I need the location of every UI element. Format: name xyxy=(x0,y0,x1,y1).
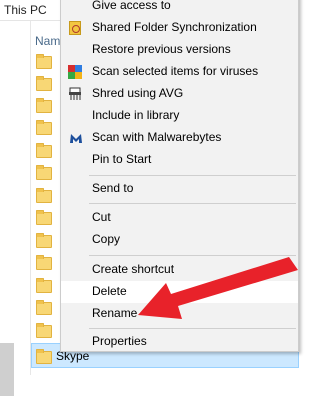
folder-icon xyxy=(36,349,52,364)
menu-item-label: Send to xyxy=(92,181,134,195)
folder-icon[interactable] xyxy=(36,210,52,225)
folder-icon[interactable] xyxy=(36,143,52,158)
menu-item-label: Restore previous versions xyxy=(92,42,231,56)
folder-icon[interactable] xyxy=(36,255,52,270)
menu-item-label: Shared Folder Synchronization xyxy=(92,20,257,34)
menu-item-scan-viruses[interactable]: Scan selected items for viruses xyxy=(61,61,298,83)
folder-icon[interactable] xyxy=(36,278,52,293)
menu-item-label: Scan with Malwarebytes xyxy=(92,130,222,144)
shred-icon xyxy=(68,87,82,101)
folder-icon[interactable] xyxy=(36,300,52,315)
folder-icon[interactable] xyxy=(36,76,52,91)
folder-icon[interactable] xyxy=(36,165,52,180)
menu-item-send-to[interactable]: Send to xyxy=(61,178,298,200)
menu-item-label: Include in library xyxy=(92,108,180,122)
menu-item-give-access[interactable]: Give access to xyxy=(61,0,298,17)
menu-item-label: Shred using AVG xyxy=(92,86,184,100)
folder-icon[interactable] xyxy=(36,233,52,248)
menu-item-restore-previous-versions[interactable]: Restore previous versions xyxy=(61,39,298,61)
menu-item-cut[interactable]: Cut xyxy=(61,207,298,229)
shared-folder-sync-icon xyxy=(69,21,81,35)
menu-item-label: Delete xyxy=(92,284,127,298)
context-menu: Give access to Shared Folder Synchroniza… xyxy=(60,0,299,352)
menu-separator xyxy=(89,175,296,176)
menu-item-pin-to-start[interactable]: Pin to Start xyxy=(61,149,298,171)
column-header-name[interactable]: Nam xyxy=(35,34,60,48)
menu-item-create-shortcut[interactable]: Create shortcut xyxy=(61,259,298,281)
avg-scan-icon xyxy=(68,65,82,79)
menu-item-label: Create shortcut xyxy=(92,262,175,276)
navigation-pane[interactable] xyxy=(0,21,31,396)
menu-item-include-in-library[interactable]: Include in library xyxy=(61,105,298,127)
menu-separator xyxy=(89,255,296,256)
menu-item-shared-folder-sync[interactable]: Shared Folder Synchronization xyxy=(61,17,298,39)
menu-item-label: Rename xyxy=(92,306,138,320)
menu-item-label: Properties xyxy=(92,334,147,348)
malwarebytes-icon xyxy=(69,131,83,145)
menu-item-delete[interactable]: Delete xyxy=(61,281,298,303)
folder-icon[interactable] xyxy=(36,188,52,203)
menu-item-label: Give access to xyxy=(92,0,171,12)
navigation-scrollbar[interactable] xyxy=(0,343,14,396)
menu-item-label: Cut xyxy=(92,210,111,224)
menu-item-rename[interactable]: Rename xyxy=(61,303,298,325)
menu-item-shred-avg[interactable]: Shred using AVG xyxy=(61,83,298,105)
folder-icon[interactable] xyxy=(36,98,52,113)
menu-item-copy[interactable]: Copy xyxy=(61,229,298,251)
menu-item-properties[interactable]: Properties xyxy=(61,331,298,353)
menu-item-label: Pin to Start xyxy=(92,152,152,166)
folder-icon[interactable] xyxy=(36,54,52,69)
menu-item-label: Copy xyxy=(92,232,121,246)
folder-icon[interactable] xyxy=(36,120,52,135)
breadcrumb-this-pc[interactable]: This PC xyxy=(4,3,47,17)
menu-item-label: Scan selected items for viruses xyxy=(92,64,259,78)
menu-item-scan-malwarebytes[interactable]: Scan with Malwarebytes xyxy=(61,127,298,149)
menu-separator xyxy=(89,328,296,329)
folder-icon[interactable] xyxy=(36,323,52,338)
menu-separator xyxy=(89,203,296,204)
